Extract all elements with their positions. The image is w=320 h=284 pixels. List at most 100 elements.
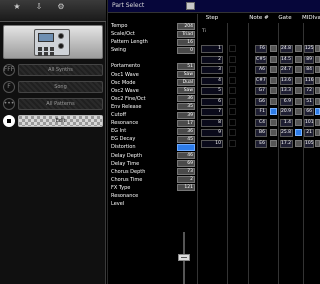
note-toggle[interactable]	[270, 55, 277, 63]
param-value-field[interactable]: Triad	[177, 30, 195, 38]
step-toggle[interactable]	[229, 76, 236, 84]
step-toggle[interactable]	[229, 45, 236, 52]
step-toggle[interactable]	[229, 66, 236, 73]
download-icon[interactable]: ⇩	[30, 2, 48, 20]
note-toggle[interactable]	[270, 97, 277, 105]
gate-field[interactable]: 14.5	[280, 55, 293, 64]
step-number-field[interactable]: 7	[201, 108, 223, 116]
velocity-toggle[interactable]	[315, 108, 320, 115]
param-row: Level	[111, 200, 196, 208]
note-field[interactable]: C#5	[255, 55, 267, 64]
column-header-step: Step	[205, 15, 219, 21]
velocity-field[interactable]: 116	[304, 76, 314, 85]
velocity-field[interactable]: 72	[304, 87, 314, 95]
step-toggle[interactable]	[229, 129, 236, 136]
gate-toggle[interactable]	[295, 87, 302, 94]
gate-field[interactable]: 13.6	[280, 76, 293, 85]
step-toggle[interactable]	[229, 87, 236, 94]
step-number-field[interactable]: 6	[201, 97, 223, 106]
velocity-toggle[interactable]	[315, 139, 320, 147]
gate-toggle[interactable]	[295, 118, 302, 126]
velocity-field[interactable]: 51	[304, 97, 314, 106]
level-slider[interactable]	[177, 232, 191, 284]
velocity-toggle[interactable]	[315, 97, 320, 105]
step-toggle[interactable]	[229, 55, 236, 63]
note-toggle[interactable]	[270, 87, 277, 94]
param-value-field[interactable]: 2	[177, 176, 195, 184]
velocity-toggle[interactable]	[315, 66, 320, 73]
velocity-field[interactable]: 84	[304, 66, 314, 74]
note-toggle[interactable]	[270, 66, 277, 73]
velocity-toggle[interactable]	[315, 129, 320, 136]
velocity-field[interactable]: 105	[304, 139, 314, 148]
velocity-field[interactable]: 21	[304, 129, 314, 137]
velocity-field[interactable]: 125	[304, 45, 314, 53]
slider-thumb[interactable]	[178, 254, 190, 261]
gate-toggle[interactable]	[295, 97, 302, 105]
gate-field[interactable]: 13.3	[280, 87, 293, 95]
gate-field[interactable]: 25.8	[280, 129, 293, 137]
step-number-field[interactable]: 4	[201, 76, 223, 85]
gate-toggle[interactable]	[295, 129, 302, 136]
note-field[interactable]: G7	[255, 87, 267, 95]
note-field[interactable]: A6	[255, 66, 267, 74]
gate-field[interactable]: 1.4	[280, 118, 293, 127]
velocity-field[interactable]: 66	[304, 108, 314, 116]
param-value-field[interactable]: 204	[177, 22, 195, 30]
step-number-field[interactable]: 2	[201, 55, 223, 64]
gate-toggle[interactable]	[295, 66, 302, 73]
velocity-toggle[interactable]	[315, 45, 320, 52]
note-toggle[interactable]	[270, 76, 277, 84]
param-value-field[interactable]: 121	[177, 184, 195, 192]
step-toggle[interactable]	[229, 139, 236, 147]
nav-item-edit[interactable]: Edit	[0, 113, 106, 129]
gate-toggle[interactable]	[295, 76, 302, 84]
note-field[interactable]: C#7	[255, 76, 267, 85]
param-value-field[interactable]: 73	[177, 168, 195, 176]
step-number-field[interactable]: 1	[201, 45, 223, 53]
gate-toggle[interactable]	[295, 108, 302, 115]
velocity-toggle[interactable]	[315, 87, 320, 94]
step-number-field[interactable]: 5	[201, 87, 223, 95]
gate-field[interactable]: 24.7	[280, 66, 293, 74]
gate-toggle[interactable]	[295, 45, 302, 52]
step-toggle[interactable]	[229, 118, 236, 126]
param-value-field[interactable]: 69	[177, 160, 195, 168]
param-value-field[interactable]: 46	[177, 152, 195, 159]
note-toggle[interactable]	[270, 139, 277, 147]
step-toggle[interactable]	[229, 108, 236, 115]
note-toggle[interactable]	[270, 108, 277, 115]
note-toggle[interactable]	[270, 118, 277, 126]
note-field[interactable]: F1	[255, 108, 267, 116]
note-field[interactable]: C4	[255, 118, 267, 127]
velocity-toggle[interactable]	[315, 55, 320, 63]
gate-field[interactable]: 20.9	[280, 108, 293, 116]
note-toggle[interactable]	[270, 45, 277, 52]
step-toggle[interactable]	[229, 97, 236, 105]
note-field[interactable]: F6	[255, 45, 267, 53]
part-select-button[interactable]	[186, 2, 195, 10]
note-toggle[interactable]	[270, 129, 277, 136]
gate-toggle[interactable]	[295, 55, 302, 63]
gate-field[interactable]: 6.9	[280, 97, 293, 106]
nav-item-song[interactable]: F Song	[0, 79, 106, 95]
step-number-field[interactable]: 8	[201, 118, 223, 127]
velocity-field[interactable]: 89	[304, 55, 314, 64]
velocity-toggle[interactable]	[315, 76, 320, 84]
nav-item-all-patterns[interactable]: ••• All Patterns	[0, 96, 106, 112]
step-number-field[interactable]: 9	[201, 129, 223, 137]
note-field[interactable]: E6	[255, 139, 267, 148]
velocity-toggle[interactable]	[315, 118, 320, 126]
star-icon[interactable]: ★	[8, 2, 26, 20]
settings-icon[interactable]: ⚙	[52, 2, 70, 20]
gate-field[interactable]: 17.2	[280, 139, 293, 148]
nav-item-all-synths[interactable]: FFF All Synths	[0, 62, 106, 78]
step-number-field[interactable]: 10	[201, 139, 223, 148]
step-number-field[interactable]: 3	[201, 66, 223, 74]
gate-field[interactable]: 24.8	[280, 45, 293, 53]
velocity-field[interactable]: 101	[304, 118, 314, 127]
note-field[interactable]: B6	[255, 129, 267, 137]
note-field[interactable]: G6	[255, 97, 267, 106]
device-preview[interactable]	[3, 25, 103, 59]
gate-toggle[interactable]	[295, 139, 302, 147]
